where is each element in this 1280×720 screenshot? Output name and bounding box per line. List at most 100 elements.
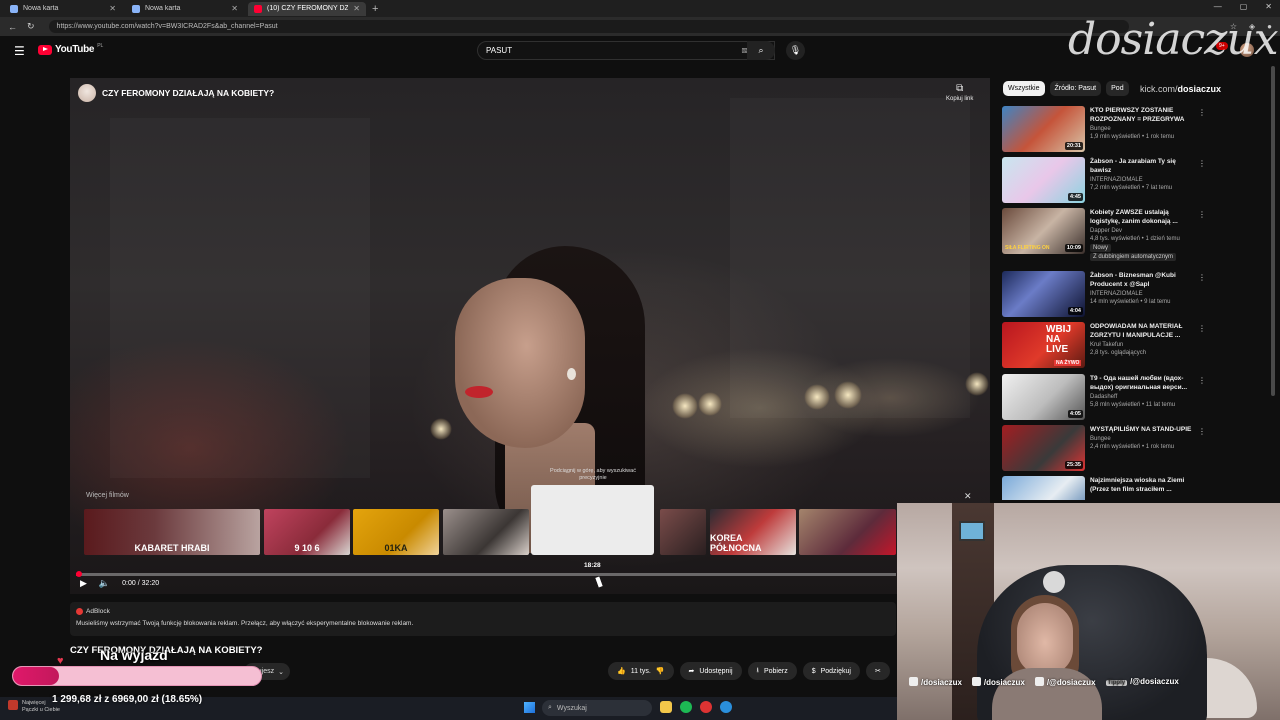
file-explorer-icon[interactable] bbox=[660, 701, 672, 713]
chrome-icon[interactable] bbox=[700, 701, 712, 713]
channel-name[interactable]: Dapper Dev bbox=[1090, 227, 1194, 235]
handle-name: dosiaczux bbox=[1177, 84, 1222, 94]
search-input[interactable]: PASUT bbox=[486, 46, 512, 55]
browser-tab[interactable]: Nowa karta ✕ bbox=[126, 2, 244, 16]
subject-lips bbox=[465, 386, 493, 398]
taskbar-search[interactable]: ⌕ Wyszukaj bbox=[542, 700, 652, 716]
more-options-icon[interactable]: ⋮ bbox=[1198, 427, 1206, 436]
page-scrollbar[interactable] bbox=[1271, 66, 1275, 396]
close-icon[interactable]: ✕ bbox=[109, 4, 116, 13]
thumbs-up-icon[interactable]: 👍 bbox=[617, 667, 626, 675]
player-title-overlay[interactable]: CZY FEROMONY DZIAŁAJĄ NA KOBIETY? bbox=[78, 84, 274, 102]
recommended-video[interactable]: 4:04 Żabson - Biznesman @Kubi Producent … bbox=[1002, 271, 1206, 317]
minimize-icon[interactable]: — bbox=[1214, 2, 1222, 11]
menu-icon[interactable]: ☰ bbox=[14, 44, 25, 58]
volume-icon[interactable]: 🔈 bbox=[99, 578, 110, 589]
play-icon[interactable]: ▶ bbox=[80, 578, 87, 589]
recommended-video[interactable]: 4:45 Żabson - Ja zarabiam Ty się bawisz … bbox=[1002, 157, 1206, 203]
video-title[interactable]: Najzimniejsza wioska na Ziemi (Przez ten… bbox=[1090, 476, 1194, 494]
video-title[interactable]: KTO PIERWSZY ZOSTANIE ROZPOZNANY = PRZEG… bbox=[1090, 106, 1194, 124]
browser-tab[interactable]: Nowa karta ✕ bbox=[4, 2, 122, 16]
close-icon[interactable]: ✕ bbox=[964, 491, 972, 502]
suggested-video-thumbnail[interactable]: KOREA PÓŁNOCNA bbox=[710, 509, 796, 555]
channel-name[interactable]: INTERNAZIOMALE bbox=[1090, 290, 1194, 298]
voice-search-button[interactable]: 🎙 bbox=[786, 41, 805, 60]
channel-name[interactable]: Dadasheff bbox=[1090, 393, 1194, 401]
more-options-icon[interactable]: ⋮ bbox=[1198, 324, 1206, 333]
browser-tab-active[interactable]: (10) CZY FEROMONY DZIAŁA ✕ bbox=[248, 1, 366, 16]
more-options-icon[interactable]: ⋮ bbox=[1198, 159, 1206, 168]
windows-start-icon[interactable] bbox=[524, 702, 535, 713]
progress-bar[interactable] bbox=[76, 571, 896, 577]
stream-watermark-logo: dosiaczux bbox=[1068, 14, 1279, 65]
handle-prefix: kick.com/ bbox=[1140, 84, 1178, 94]
youtube-logo[interactable]: YouTube PL bbox=[38, 43, 103, 55]
recommended-video[interactable]: 25:35 WYSTĄPILIŚMY NA STAND-UPIE Bungee … bbox=[1002, 425, 1206, 471]
close-icon[interactable]: ✕ bbox=[231, 4, 238, 13]
recommended-video[interactable]: 20:31 KTO PIERWSZY ZOSTANIE ROZPOZNANY =… bbox=[1002, 106, 1206, 152]
progress-scrubber[interactable] bbox=[76, 571, 82, 577]
video-title[interactable]: Kobiety ZAWSZE ustalają logistykę, zanim… bbox=[1090, 208, 1194, 226]
chip-all[interactable]: Wszystkie bbox=[1003, 81, 1045, 96]
video-thumbnail[interactable]: SIŁA FLIRTING ON 10:09 bbox=[1002, 208, 1085, 254]
channel-name[interactable]: Kruł Takefun bbox=[1090, 341, 1194, 349]
video-thumbnail[interactable]: WBIJ NA LIVE NA ŻYWO bbox=[1002, 322, 1085, 368]
channel-name[interactable]: INTERNAZIOMALE bbox=[1090, 176, 1194, 184]
clip-button[interactable]: ✂ bbox=[865, 662, 890, 680]
search-box[interactable]: PASUT ⌨ ✕ bbox=[477, 41, 775, 60]
video-title[interactable]: T9 - Ода нашей любви (вдох-выдох) оригин… bbox=[1090, 374, 1194, 392]
recommended-video[interactable]: WBIJ NA LIVE NA ŻYWO ODPOWIADAM NA MATER… bbox=[1002, 322, 1206, 368]
more-options-icon[interactable]: ⋮ bbox=[1198, 273, 1206, 282]
video-thumbnail[interactable]: 20:31 bbox=[1002, 106, 1085, 152]
channel-avatar[interactable] bbox=[78, 84, 96, 102]
video-title[interactable]: WYSTĄPILIŚMY NA STAND-UPIE bbox=[1090, 425, 1194, 434]
thumbnail-text: KABARET HRABI bbox=[134, 543, 210, 553]
spotify-icon[interactable] bbox=[680, 701, 692, 713]
recommended-video[interactable]: SIŁA FLIRTING ON 10:09 Kobiety ZAWSZE us… bbox=[1002, 208, 1206, 261]
new-tab-icon bbox=[132, 4, 140, 13]
more-options-icon[interactable]: ⋮ bbox=[1198, 376, 1206, 385]
channel-name[interactable]: Bungee bbox=[1090, 125, 1194, 133]
channel-name[interactable]: Bungee bbox=[1090, 435, 1194, 443]
suggested-video-thumbnail[interactable] bbox=[660, 509, 706, 555]
video-title[interactable]: Żabson - Ja zarabiam Ty się bawisz bbox=[1090, 157, 1194, 175]
suggested-video-thumbnail[interactable]: KABARET HRABI bbox=[84, 509, 260, 555]
copy-link-button[interactable]: ⧉ Kopiuj link bbox=[946, 83, 973, 102]
new-tab-button[interactable]: + bbox=[372, 3, 378, 15]
url-field[interactable]: https://www.youtube.com/watch?v=BW3ICRAD… bbox=[48, 20, 1129, 33]
reload-icon[interactable]: ↻ bbox=[27, 21, 35, 32]
video-thumbnail[interactable]: 4:04 bbox=[1002, 271, 1085, 317]
share-button[interactable]: ➦ Udostępnij bbox=[679, 662, 742, 680]
close-window-icon[interactable]: ✕ bbox=[1265, 2, 1272, 11]
maximize-icon[interactable]: ▢ bbox=[1240, 2, 1248, 11]
suggested-video-thumbnail[interactable]: 01KA bbox=[353, 509, 439, 555]
chip-source[interactable]: Źródło: Pasut bbox=[1049, 81, 1102, 96]
more-options-icon[interactable]: ⋮ bbox=[1198, 108, 1206, 117]
recommended-video[interactable]: Najzimniejsza wioska na Ziemi (Przez ten… bbox=[1002, 476, 1202, 500]
close-icon[interactable]: ✕ bbox=[353, 4, 360, 13]
chip-related[interactable]: Pod bbox=[1106, 81, 1129, 96]
video-thumbnail[interactable]: 4:05 bbox=[1002, 374, 1085, 420]
search-button[interactable]: ⌕ bbox=[747, 41, 775, 60]
more-options-icon[interactable]: ⋮ bbox=[1198, 210, 1206, 219]
video-title[interactable]: ODPOWIADAM NA MATERIAŁ ZGRZYTU I MANIPUL… bbox=[1090, 322, 1194, 340]
thumbs-down-icon[interactable]: 👎 bbox=[656, 667, 665, 675]
social-threads: /@dosiaczux bbox=[1034, 677, 1096, 687]
video-thumbnail[interactable]: 4:45 bbox=[1002, 157, 1085, 203]
back-icon[interactable]: ← bbox=[8, 22, 17, 32]
share-icon: ➦ bbox=[688, 668, 695, 675]
suggested-video-thumbnail[interactable] bbox=[443, 509, 529, 555]
url-text: https://www.youtube.com/watch?v=BW3ICRAD… bbox=[56, 23, 278, 30]
download-button[interactable]: ⭳ Pobierz bbox=[747, 662, 797, 680]
like-dislike-button[interactable]: 👍 11 tys. 👎 bbox=[608, 662, 674, 680]
suggested-video-thumbnail[interactable]: 9 10 6 bbox=[264, 509, 350, 555]
adblock-message[interactable]: Musieliśmy wstrzymać Twoją funkcję bloko… bbox=[76, 620, 890, 627]
video-title[interactable]: Żabson - Biznesman @Kubi Producent x @Sa… bbox=[1090, 271, 1194, 289]
video-thumbnail[interactable]: 25:35 bbox=[1002, 425, 1085, 471]
video-thumbnail[interactable] bbox=[1002, 476, 1085, 500]
edge-icon[interactable] bbox=[720, 701, 732, 713]
suggested-video-thumbnail[interactable] bbox=[799, 509, 896, 555]
donation-goal-bar bbox=[12, 666, 262, 686]
thanks-button[interactable]: $ Podziękuj bbox=[802, 662, 860, 680]
recommended-video[interactable]: 4:05 T9 - Ода нашей любви (вдох-выдох) о… bbox=[1002, 374, 1206, 420]
